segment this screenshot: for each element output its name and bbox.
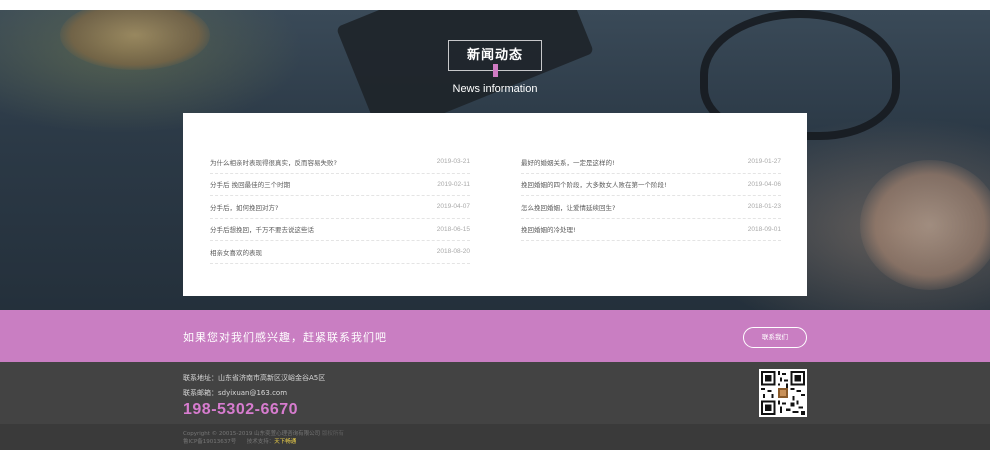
news-list-left: 为什么相亲时表现得很真实，反而容易失败? 2019-03-21 分手后 挽回最佳…	[210, 151, 470, 264]
footer-email: 联系邮箱：sdyixuan@163.com	[183, 389, 288, 397]
news-date: 2019-01-27	[747, 158, 781, 166]
icp-line: 鲁ICP备19013637号 技术支持：天下畅通	[183, 437, 296, 445]
background-hand	[860, 160, 990, 290]
qr-code-icon	[759, 369, 807, 417]
tech-support-label: 技术支持：	[246, 439, 275, 445]
news-title[interactable]: 挽回婚姻的冷处理!	[521, 224, 576, 234]
top-strip	[0, 0, 990, 10]
news-date: 2018-01-23	[747, 203, 781, 211]
copyright-bar: Copyright © 20015-2019 山东奕萱心理咨询有限公司 版权所有…	[0, 424, 990, 450]
cta-text: 如果您对我们感兴趣，赶紧联系我们吧	[183, 331, 387, 344]
news-item[interactable]: 怎么挽回婚姻，让爱情延续回生? 2018-01-23	[521, 196, 781, 219]
news-date: 2019-02-11	[437, 180, 470, 188]
news-date: 2018-09-01	[747, 225, 781, 233]
news-item[interactable]: 为什么相亲时表现得很真实，反而容易失败? 2019-03-21	[210, 151, 470, 174]
news-list-right: 最好的婚姻关系，一定是这样的! 2019-01-27 挽回婚姻的四个阶段，大多数…	[521, 151, 781, 241]
background-plant	[60, 10, 210, 70]
tech-support-link[interactable]: 天下畅通	[274, 439, 296, 445]
news-date: 2018-08-20	[436, 248, 470, 256]
news-item[interactable]: 分手后 挽回最佳的三个时期 2019-02-11	[210, 174, 470, 196]
news-title[interactable]: 最好的婚姻关系，一定是这样的!	[521, 157, 615, 167]
contact-cta-band: 如果您对我们感兴趣，赶紧联系我们吧 联系我们	[0, 310, 990, 362]
news-item[interactable]: 挽回婚姻的四个阶段，大多数女人败在第一个阶段! 2019-04-06	[521, 174, 781, 196]
news-title[interactable]: 怎么挽回婚姻，让爱情延续回生?	[521, 202, 615, 212]
title-accent-mark	[493, 64, 498, 77]
news-title[interactable]: 分手后 挽回最佳的三个时期	[210, 179, 290, 189]
footer-phone: 198-5302-6670	[183, 401, 299, 418]
icp-text[interactable]: 鲁ICP备19013637号	[183, 439, 236, 445]
footer-address: 联系地址：山东省济南市高新区汉峪金谷A5区	[183, 374, 326, 382]
news-date: 2019-04-06	[747, 180, 781, 188]
news-date: 2019-04-07	[436, 203, 470, 211]
news-card: 为什么相亲时表现得很真实，反而容易失败? 2019-03-21 分手后 挽回最佳…	[183, 113, 807, 296]
news-title[interactable]: 分手后，如何挽回对方?	[210, 202, 278, 212]
section-subtitle: News information	[452, 83, 538, 95]
news-title[interactable]: 相亲女喜欢的表现	[210, 247, 262, 257]
news-item[interactable]: 分手后想挽回，千万不要去说这些话 2018-06-15	[210, 219, 470, 241]
news-date: 2018-06-15	[436, 225, 470, 233]
contact-us-button[interactable]: 联系我们	[743, 327, 807, 348]
rights-text: 版权所有	[321, 431, 344, 437]
news-item[interactable]: 相亲女喜欢的表现 2018-08-20	[210, 241, 470, 264]
copyright-line: Copyright © 20015-2019 山东奕萱心理咨询有限公司 版权所有	[183, 429, 344, 437]
news-date: 2019-03-21	[436, 158, 470, 166]
news-item[interactable]: 最好的婚姻关系，一定是这样的! 2019-01-27	[521, 151, 781, 174]
news-item[interactable]: 挽回婚姻的冷处理! 2018-09-01	[521, 219, 781, 241]
news-title[interactable]: 为什么相亲时表现得很真实，反而容易失败?	[210, 157, 337, 167]
news-title[interactable]: 挽回婚姻的四个阶段，大多数女人败在第一个阶段!	[521, 179, 667, 189]
news-item[interactable]: 分手后，如何挽回对方? 2019-04-07	[210, 196, 470, 219]
news-title[interactable]: 分手后想挽回，千万不要去说这些话	[210, 224, 314, 234]
